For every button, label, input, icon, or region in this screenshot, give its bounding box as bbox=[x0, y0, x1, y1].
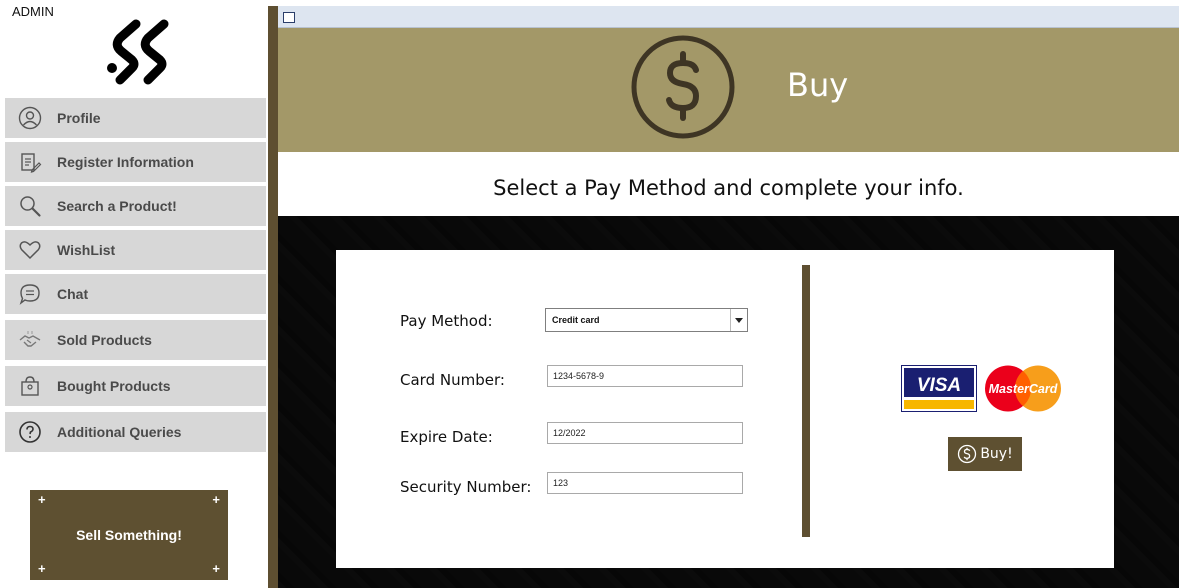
sidebar-item-wishlist[interactable]: WishList bbox=[5, 230, 266, 272]
window-titlebar bbox=[278, 6, 1179, 28]
window-icon[interactable] bbox=[283, 12, 295, 23]
card-number-label: Card Number: bbox=[400, 371, 505, 389]
plus-icon: + bbox=[212, 492, 220, 507]
card-number-input[interactable]: 1234-5678-9 bbox=[547, 365, 743, 387]
sidebar-item-label: Register Information bbox=[57, 154, 194, 170]
sidebar-item-label: WishList bbox=[57, 242, 116, 258]
sidebar-item-sold-products[interactable]: Sold Products bbox=[5, 320, 266, 362]
sidebar-item-chat[interactable]: Chat bbox=[5, 274, 266, 316]
mastercard-text: MasterCard bbox=[989, 382, 1058, 396]
sidebar-item-label: Additional Queries bbox=[57, 424, 182, 440]
sidebar-item-label: Bought Products bbox=[57, 378, 171, 394]
app-logo bbox=[107, 19, 169, 85]
sidebar-item-label: Search a Product! bbox=[57, 198, 177, 214]
user-icon bbox=[17, 105, 43, 131]
page-subtitle: Select a Pay Method and complete your in… bbox=[493, 176, 964, 200]
visa-logo: VISA bbox=[901, 365, 977, 412]
sidebar-item-label: Sold Products bbox=[57, 332, 152, 348]
user-role-label: ADMIN bbox=[12, 4, 54, 19]
sidebar-item-bought-products[interactable]: Bought Products bbox=[5, 366, 266, 408]
pay-method-value: Credit card bbox=[552, 315, 600, 325]
sidebar-item-profile[interactable]: Profile bbox=[5, 98, 266, 140]
sidebar-divider bbox=[268, 6, 278, 588]
document-edit-icon bbox=[17, 149, 43, 175]
visa-text: VISA bbox=[917, 375, 961, 396]
mastercard-logo: MasterCard bbox=[985, 365, 1061, 412]
expire-date-label: Expire Date: bbox=[400, 428, 493, 446]
pay-method-label: Pay Method: bbox=[400, 312, 493, 330]
search-icon bbox=[17, 193, 43, 219]
sidebar: ADMIN Profile Register Information Searc… bbox=[0, 0, 268, 588]
sidebar-item-label: Profile bbox=[57, 110, 101, 126]
question-icon bbox=[17, 419, 43, 445]
security-number-label: Security Number: bbox=[400, 478, 532, 496]
dollar-icon bbox=[958, 444, 977, 464]
sidebar-item-register-information[interactable]: Register Information bbox=[5, 142, 266, 184]
heart-icon bbox=[17, 237, 43, 263]
plus-icon: + bbox=[38, 561, 46, 576]
sidebar-item-additional-queries[interactable]: Additional Queries bbox=[5, 412, 266, 454]
sidebar-item-label: Chat bbox=[57, 286, 89, 302]
plus-icon: + bbox=[38, 492, 46, 507]
pay-method-select[interactable]: Credit card bbox=[545, 308, 748, 332]
chevron-down-icon[interactable] bbox=[730, 309, 747, 331]
buy-button[interactable]: Buy! bbox=[948, 437, 1022, 471]
security-number-input[interactable]: 123 bbox=[547, 472, 743, 494]
handshake-icon bbox=[17, 327, 43, 353]
plus-icon: + bbox=[212, 561, 220, 576]
sell-something-button[interactable]: + + + + Sell Something! bbox=[30, 490, 228, 580]
buy-button-label: Buy! bbox=[980, 446, 1013, 462]
shopping-bag-icon bbox=[17, 373, 43, 399]
expire-date-input[interactable]: 12/2022 bbox=[547, 422, 743, 444]
page-title: Buy bbox=[787, 66, 849, 104]
dollar-icon bbox=[631, 35, 735, 139]
sidebar-item-search-product[interactable]: Search a Product! bbox=[5, 186, 266, 228]
form-separator bbox=[802, 265, 810, 537]
chat-icon bbox=[17, 281, 43, 307]
sell-button-label: Sell Something! bbox=[76, 527, 182, 543]
